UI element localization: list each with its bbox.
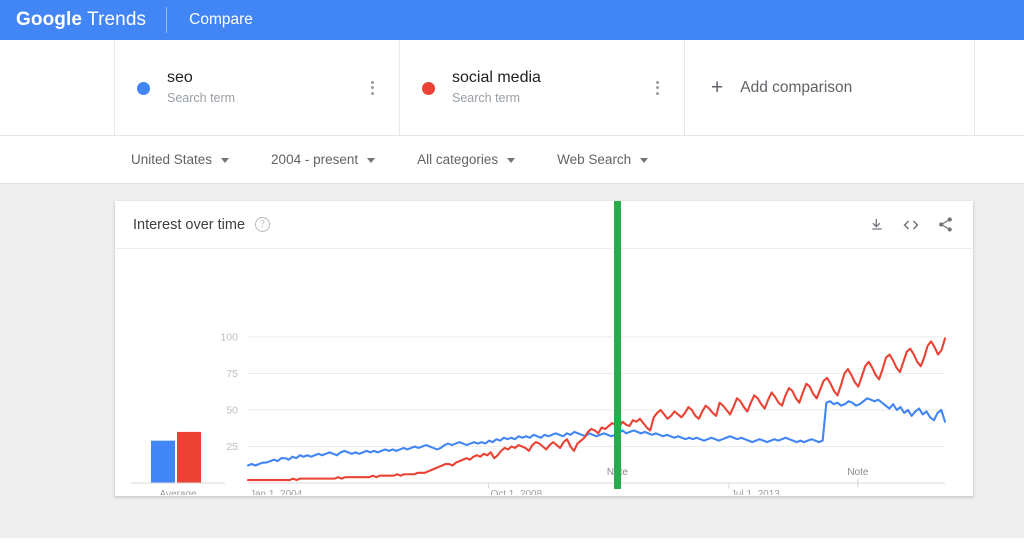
svg-text:100: 100 [220,332,238,344]
interest-over-time-card: Interest over time ? 25 50 75 100 Average [115,201,973,496]
chevron-down-icon [367,158,376,163]
average-bars: Average [131,431,225,495]
filter-search-type[interactable]: Web Search [557,152,649,167]
grid-lines [248,336,945,447]
kebab-menu-icon[interactable] [363,79,381,97]
filter-category[interactable]: All categories [417,152,516,167]
appbar-divider [166,7,168,33]
share-icon[interactable] [937,216,954,233]
filter-time-range-label: 2004 - present [271,152,359,167]
svg-text:Oct 1, 2008: Oct 1, 2008 [490,489,542,495]
note-annotation-label[interactable]: Note [607,467,629,478]
series-lines [246,337,947,482]
term-color-dot-seo [137,82,150,95]
content-area: Interest over time ? 25 50 75 100 Average [0,184,1024,538]
brand-trends: Trends [82,9,147,30]
trends-line-chart[interactable]: 25 50 75 100 Average Jan 1, 2004 Oct 1, 2008… [115,249,973,495]
card-header: Interest over time ? [115,201,973,249]
x-axis: Jan 1, 2004 Oct 1, 2008 Jul 1, 2013 [248,482,945,495]
filter-region[interactable]: United States [131,152,230,167]
nav-compare[interactable]: Compare [189,11,253,29]
filter-search-type-label: Web Search [557,152,632,167]
chevron-down-icon [221,158,230,163]
filter-time-range[interactable]: 2004 - present [271,152,376,167]
y-axis-tick-labels: 25 50 75 100 [220,332,238,454]
filter-bar: United States 2004 - present All categor… [0,136,1024,184]
filter-category-label: All categories [417,152,499,167]
download-icon[interactable] [869,217,885,233]
svg-text:Jan 1, 2004: Jan 1, 2004 [250,489,303,495]
filter-region-label: United States [131,152,213,167]
kebab-menu-icon[interactable] [648,79,666,97]
brand-google: Google [16,9,83,30]
google-trends-logo[interactable]: Google Trends [16,9,146,31]
add-comparison-label: Add comparison [740,78,853,96]
term-card-seo[interactable]: seo Search term [115,40,400,135]
add-comparison-button[interactable]: + Add comparison [685,40,975,135]
svg-text:Jul 1, 2013: Jul 1, 2013 [731,489,780,495]
svg-text:50: 50 [226,405,238,417]
terms-left-gutter [0,40,115,135]
svg-text:75: 75 [226,368,238,380]
chart-annotations: Note Note [607,467,869,487]
app-bar: Google Trends Compare [0,0,1024,40]
chevron-down-icon [640,158,649,163]
card-actions [869,216,954,234]
term-name-social-media: social media [452,69,541,86]
plot-area: 25 50 75 100 Average Jan 1, 2004 Oct 1, 2008… [115,201,973,495]
chevron-down-icon [507,158,516,163]
terms-right-gutter [975,40,1024,135]
embed-code-icon[interactable] [902,216,920,234]
page-title: Interest over time [133,216,246,233]
svg-text:25: 25 [226,441,238,453]
term-color-dot-social-media [422,82,435,95]
comparison-terms-row: seo Search term social media Search term… [0,40,1024,136]
term-type-social-media: Search term [452,91,521,105]
help-icon[interactable]: ? [255,217,271,232]
term-name-seo: seo [167,69,193,86]
plus-icon: + [711,76,724,99]
term-card-social-media[interactable]: social media Search term [400,40,685,135]
note-annotation-label[interactable]: Note [847,467,869,478]
term-type-seo: Search term [167,91,236,105]
svg-text:Average: Average [159,489,197,495]
